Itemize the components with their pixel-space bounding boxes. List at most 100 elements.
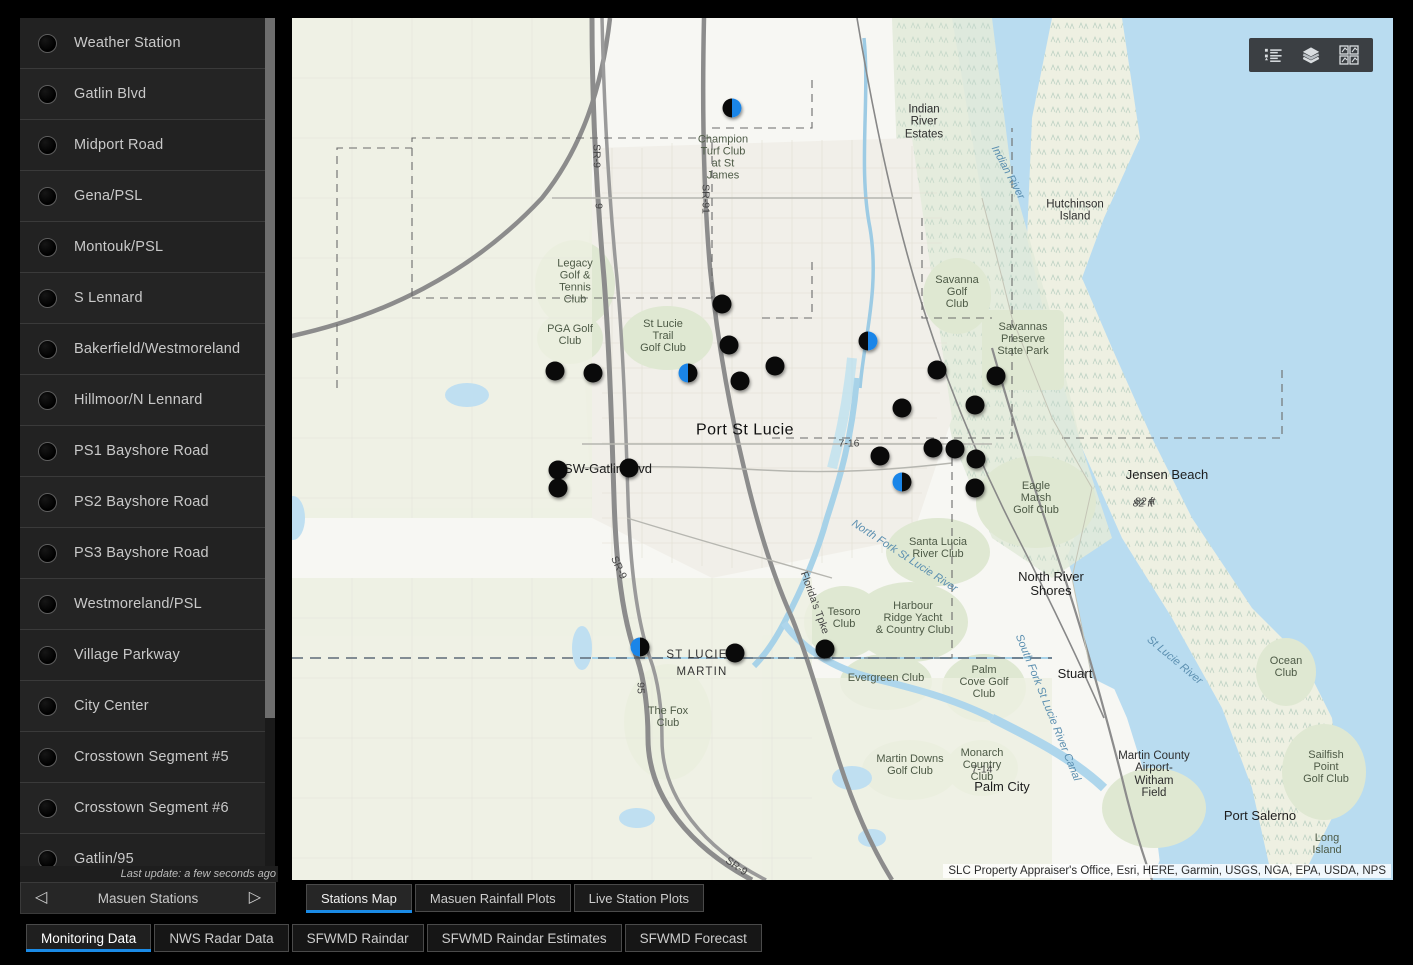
station-marker-icon — [38, 543, 57, 563]
station-label: PS3 Bayshore Road — [74, 545, 209, 561]
station-marker-icon — [38, 288, 57, 308]
station-marker-icon — [38, 135, 57, 155]
station-map-marker[interactable] — [619, 458, 639, 478]
station-marker-icon — [38, 186, 57, 206]
layers-icon[interactable] — [1301, 45, 1321, 65]
station-marker-icon — [38, 696, 57, 716]
station-label: Gatlin Blvd — [74, 86, 147, 102]
last-update-text: Last update: a few seconds ago — [20, 866, 278, 882]
station-list-item[interactable]: City Center — [20, 681, 275, 732]
station-map-marker[interactable] — [815, 639, 835, 659]
map-container[interactable]: Indian River Estates Hutchinson Island Ind… — [292, 18, 1393, 880]
station-list-item[interactable]: Crosstown Segment #5 — [20, 732, 275, 783]
main-tab-monitoring-data[interactable]: Monitoring Data — [26, 924, 152, 952]
station-map-marker[interactable] — [725, 643, 745, 663]
station-label: Montouk/PSL — [74, 239, 164, 255]
station-label: Weather Station — [74, 35, 181, 51]
station-map-marker[interactable] — [545, 361, 565, 381]
station-map-marker[interactable] — [965, 395, 985, 415]
station-marker-icon — [38, 237, 57, 257]
station-label: City Center — [74, 698, 149, 714]
station-marker-icon — [38, 339, 57, 359]
station-marker-icon — [38, 441, 57, 461]
station-map-marker[interactable] — [927, 360, 947, 380]
station-map-marker[interactable] — [858, 331, 878, 351]
view-tab-live-station-plots[interactable]: Live Station Plots — [573, 884, 705, 912]
station-marker-icon — [38, 594, 57, 614]
view-tab-masuen-rainfall-plots[interactable]: Masuen Rainfall Plots — [414, 884, 571, 912]
sidebar-title: Masuen Stations — [97, 890, 199, 906]
basemap-gallery-icon[interactable] — [1339, 45, 1359, 65]
station-label: Westmoreland/PSL — [74, 596, 202, 612]
main-tab-sfwmd-forecast[interactable]: SFWMD Forecast — [624, 924, 762, 952]
map-attribution: SLC Property Appraiser's Office, Esri, H… — [943, 864, 1391, 878]
station-label: Village Parkway — [74, 647, 180, 663]
station-label: PS1 Bayshore Road — [74, 443, 209, 459]
station-marker-icon — [38, 645, 57, 665]
station-list-item[interactable]: PS3 Bayshore Road — [20, 528, 275, 579]
station-list-item[interactable]: Weather Station — [20, 18, 275, 69]
station-map-marker[interactable] — [966, 449, 986, 469]
station-label: Gatlin/95 — [74, 851, 134, 867]
sidebar-scrollbar-track[interactable] — [265, 18, 275, 880]
station-map-marker[interactable] — [583, 363, 603, 383]
main-tab-nws-radar-data[interactable]: NWS Radar Data — [154, 924, 289, 952]
station-map-marker[interactable] — [630, 637, 650, 657]
station-label: Hillmoor/N Lennard — [74, 392, 203, 408]
sidebar-pager: ◁ Masuen Stations ▷ — [20, 882, 276, 914]
stations-list: Weather Station Gatlin Blvd Midport Road Ge… — [20, 18, 275, 880]
prev-page-button[interactable]: ◁ — [35, 890, 47, 906]
station-map-marker[interactable] — [719, 335, 739, 355]
station-map-marker[interactable] — [722, 98, 742, 118]
view-tab-stations-map[interactable]: Stations Map — [306, 884, 412, 913]
station-marker-icon — [38, 33, 57, 53]
next-page-button[interactable]: ▷ — [249, 890, 261, 906]
station-label: Crosstown Segment #5 — [74, 749, 229, 765]
station-marker-icon — [38, 747, 57, 767]
station-label: Midport Road — [74, 137, 164, 153]
station-map-marker[interactable] — [548, 478, 568, 498]
legend-icon[interactable] — [1263, 45, 1283, 65]
station-map-marker[interactable] — [730, 371, 750, 391]
main-tab-sfwmd-raindar[interactable]: SFWMD Raindar — [291, 924, 424, 952]
station-marker-icon — [38, 798, 57, 818]
station-list-item[interactable]: PS1 Bayshore Road — [20, 426, 275, 477]
station-map-marker[interactable] — [965, 478, 985, 498]
station-list-item[interactable]: Crosstown Segment #6 — [20, 783, 275, 834]
station-map-marker[interactable] — [870, 446, 890, 466]
sidebar-scrollbar-thumb[interactable] — [265, 18, 275, 718]
station-label: S Lennard — [74, 290, 143, 306]
station-list-item[interactable]: Bakerfield/Westmoreland — [20, 324, 275, 375]
station-map-marker[interactable] — [892, 472, 912, 492]
station-marker-icon — [38, 390, 57, 410]
station-map-marker[interactable] — [986, 366, 1006, 386]
station-list-item[interactable]: Gatlin Blvd — [20, 69, 275, 120]
station-map-marker[interactable] — [765, 356, 785, 376]
station-marker-icon — [38, 84, 57, 104]
app-root: Weather Station Gatlin Blvd Midport Road Ge… — [0, 0, 1413, 965]
station-label: Crosstown Segment #6 — [74, 800, 229, 816]
station-list-item[interactable]: S Lennard — [20, 273, 275, 324]
stations-sidebar: Weather Station Gatlin Blvd Midport Road Ge… — [20, 18, 276, 880]
station-list-item[interactable]: Village Parkway — [20, 630, 275, 681]
station-label: Bakerfield/Westmoreland — [74, 341, 241, 357]
map-view-tabs: Stations Map Masuen Rainfall Plots Live St… — [306, 884, 705, 913]
station-list-item[interactable]: Westmoreland/PSL — [20, 579, 275, 630]
station-map-marker[interactable] — [923, 438, 943, 458]
station-list-item[interactable]: Montouk/PSL — [20, 222, 275, 273]
station-list-item[interactable]: Gena/PSL — [20, 171, 275, 222]
station-list-item[interactable]: Midport Road — [20, 120, 275, 171]
station-map-marker[interactable] — [548, 460, 568, 480]
main-section-tabs: Monitoring Data NWS Radar Data SFWMD Raind… — [26, 924, 762, 952]
station-map-marker[interactable] — [678, 363, 698, 383]
station-map-marker[interactable] — [712, 294, 732, 314]
station-map-marker[interactable] — [945, 439, 965, 459]
station-list-item[interactable]: Hillmoor/N Lennard — [20, 375, 275, 426]
station-label: PS2 Bayshore Road — [74, 494, 209, 510]
station-marker-icon — [38, 492, 57, 512]
map-basemap — [292, 18, 1393, 880]
main-tab-sfwmd-raindar-estimates[interactable]: SFWMD Raindar Estimates — [426, 924, 622, 952]
map-tools-bar — [1249, 38, 1373, 72]
station-list-item[interactable]: PS2 Bayshore Road — [20, 477, 275, 528]
station-map-marker[interactable] — [892, 398, 912, 418]
